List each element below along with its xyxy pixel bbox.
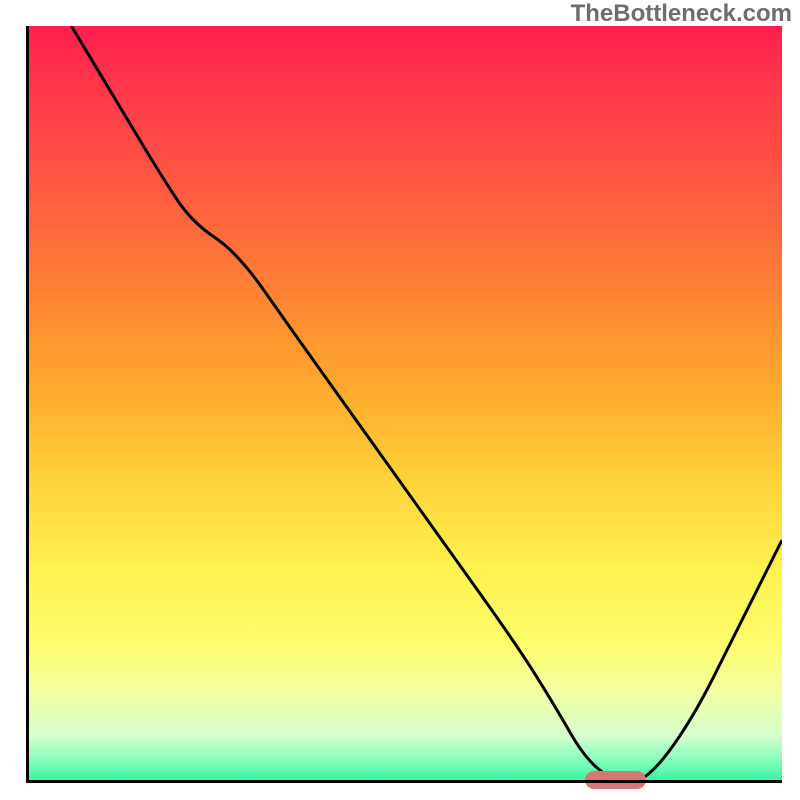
y-axis — [26, 26, 29, 782]
x-axis — [26, 780, 782, 783]
watermark: TheBottleneck.com — [571, 0, 792, 28]
chart-container: TheBottleneck.com — [0, 0, 800, 800]
plot-area — [26, 26, 782, 782]
